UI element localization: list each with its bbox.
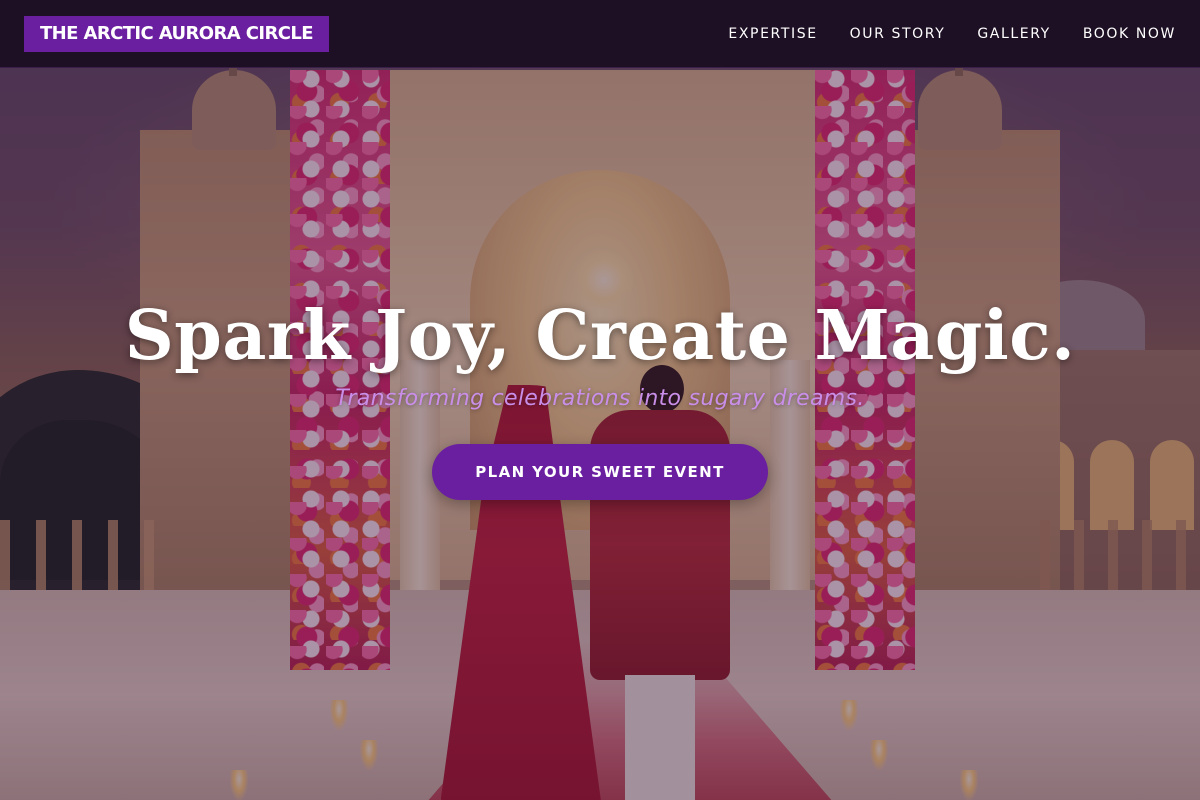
nav-link-gallery[interactable]: GALLERY [977, 26, 1050, 42]
top-navbar: THE ARCTIC AURORA CIRCLE EXPERTISE OUR S… [0, 0, 1200, 68]
nav-link-expertise[interactable]: EXPERTISE [728, 26, 817, 42]
page: THE ARCTIC AURORA CIRCLE EXPERTISE OUR S… [0, 0, 1200, 800]
brand-logo[interactable]: THE ARCTIC AURORA CIRCLE [24, 16, 329, 52]
hero-content: Spark Joy, Create Magic. Transforming ce… [0, 290, 1200, 500]
nav-links: EXPERTISE OUR STORY GALLERY BOOK NOW [728, 0, 1176, 68]
nav-link-book-now[interactable]: BOOK NOW [1083, 26, 1176, 42]
hero-subtitle: Transforming celebrations into sugary dr… [335, 386, 865, 411]
hero-title: Spark Joy, Create Magic. [124, 296, 1076, 376]
plan-event-button[interactable]: PLAN YOUR SWEET EVENT [432, 444, 768, 500]
nav-link-our-story[interactable]: OUR STORY [850, 26, 946, 42]
